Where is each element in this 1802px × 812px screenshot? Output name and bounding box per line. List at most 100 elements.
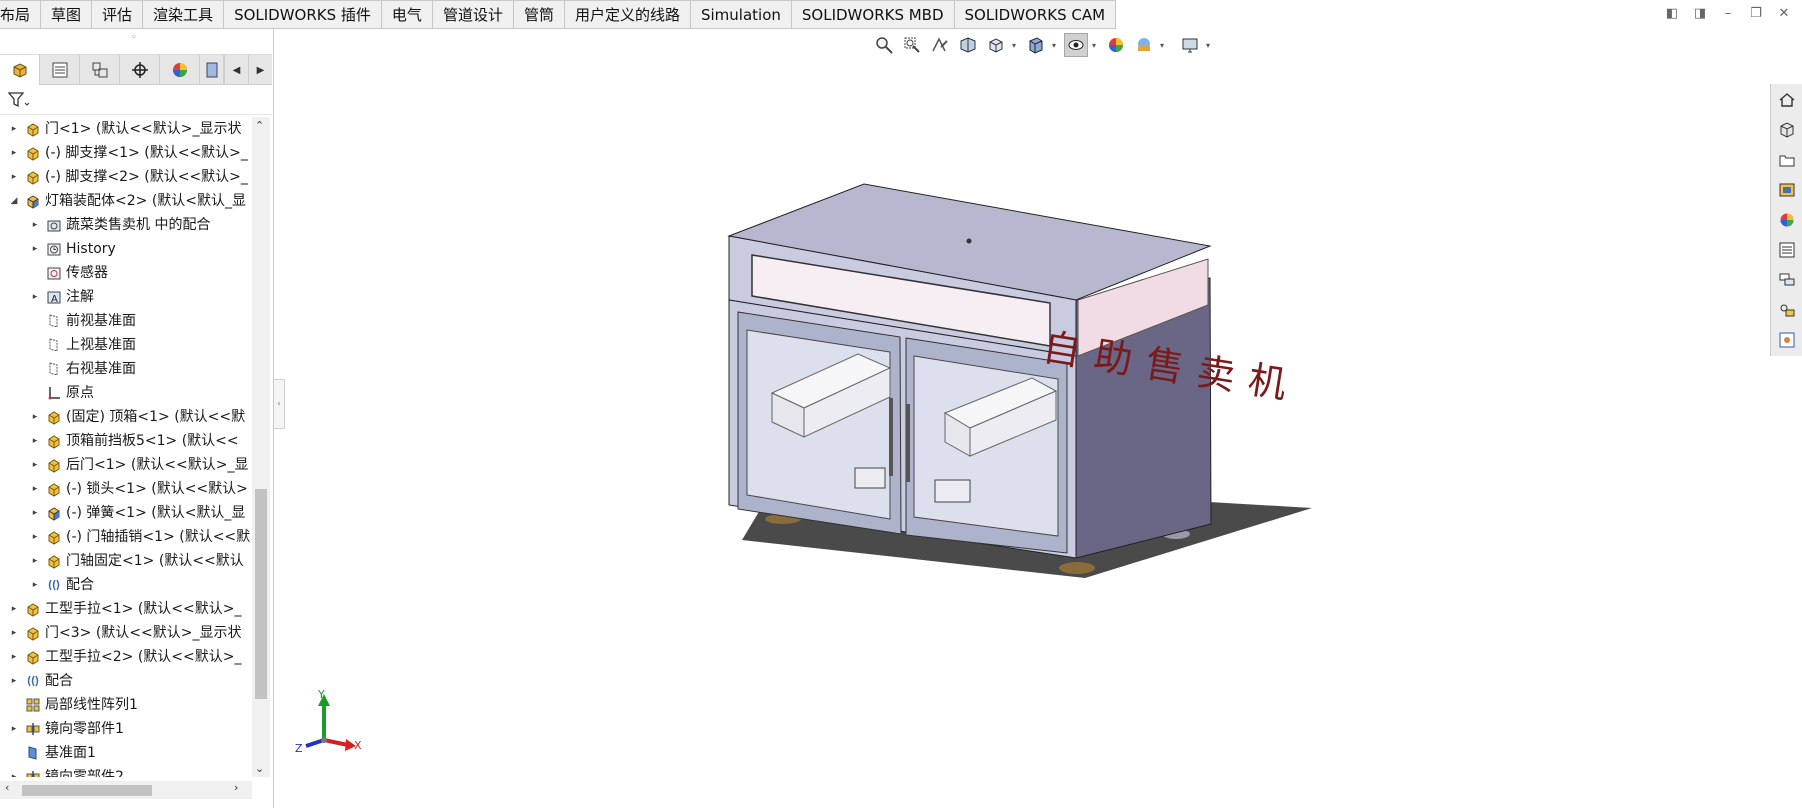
tree-item[interactable]: ▸ 门<1> (默认<<默认>_显示状: [0, 117, 252, 141]
view-settings-icon[interactable]: [1178, 33, 1202, 57]
hide-show-items-icon[interactable]: [1064, 33, 1088, 57]
tab-11[interactable]: SOLIDWORKS CAM: [954, 0, 1117, 29]
panel-splitter[interactable]: ◦: [0, 29, 272, 55]
vending-machine-model[interactable]: Y X Z: [286, 60, 1766, 808]
view-orientation-dropdown-icon[interactable]: ▾: [1012, 41, 1020, 50]
view-orientation-icon[interactable]: [984, 33, 1008, 57]
apply-scene-icon[interactable]: [1132, 33, 1156, 57]
tree-item[interactable]: ▸ 配合: [0, 669, 252, 693]
display-style-icon[interactable]: [1024, 33, 1048, 57]
close-icon[interactable]: ✕: [1774, 4, 1794, 24]
forum-icon[interactable]: [1775, 268, 1799, 292]
design-library-icon[interactable]: [1775, 118, 1799, 142]
hide-show-dropdown-icon[interactable]: ▾: [1092, 41, 1100, 50]
apply-scene-dropdown-icon[interactable]: ▾: [1160, 41, 1168, 50]
view-palette-icon[interactable]: [1775, 178, 1799, 202]
collapsed-chevron-icon[interactable]: ▸: [8, 669, 20, 693]
tab-2[interactable]: 评估: [92, 0, 144, 29]
graphics-area[interactable]: Y X Z 自助售卖机: [286, 60, 1766, 808]
appearances-icon[interactable]: [1775, 208, 1799, 232]
tree-item[interactable]: 右视基准面: [0, 357, 252, 381]
scroll-thumb[interactable]: [255, 489, 267, 699]
tree-horizontal-scrollbar[interactable]: ‹ ›: [0, 781, 252, 799]
solidworks-resources-icon[interactable]: [1775, 298, 1799, 322]
collapsed-chevron-icon[interactable]: ▸: [8, 765, 20, 777]
tree-item[interactable]: 局部线性阵列1: [0, 693, 252, 717]
collapsed-chevron-icon[interactable]: ▸: [8, 621, 20, 645]
collapsed-chevron-icon[interactable]: ▸: [8, 597, 20, 621]
tile-left-icon[interactable]: ◧: [1662, 4, 1682, 24]
custom-properties-icon[interactable]: [1775, 238, 1799, 262]
collapsed-chevron-icon[interactable]: ▸: [29, 237, 41, 261]
tree-item[interactable]: ▸ 工型手拉<2> (默认<<默认>_: [0, 645, 252, 669]
left-handle[interactable]: [889, 398, 893, 476]
tree-item[interactable]: ▸ (-) 脚支撑<2> (默认<<默认>_: [0, 165, 252, 189]
collapsed-chevron-icon[interactable]: ▸: [29, 573, 41, 597]
tab-cam-manager[interactable]: [200, 55, 224, 85]
collapsed-chevron-icon[interactable]: ▸: [29, 285, 41, 309]
tab-6[interactable]: 管道设计: [432, 0, 514, 29]
edit-appearance-icon[interactable]: [1104, 33, 1128, 57]
collapsed-chevron-icon[interactable]: ▸: [8, 165, 20, 189]
home-icon[interactable]: [1775, 88, 1799, 112]
tab-scroll-right-icon[interactable]: ▶: [248, 55, 272, 85]
collapsed-chevron-icon[interactable]: ▸: [29, 501, 41, 525]
collapsed-chevron-icon[interactable]: ▸: [8, 117, 20, 141]
tree-item[interactable]: 前视基准面: [0, 309, 252, 333]
view-settings-dropdown-icon[interactable]: ▾: [1206, 41, 1214, 50]
tree-item[interactable]: ▸ (-) 脚支撑<1> (默认<<默认>_: [0, 141, 252, 165]
tab-configuration-manager[interactable]: [80, 55, 120, 85]
right-handle[interactable]: [906, 404, 910, 482]
restore-icon[interactable]: ❐: [1746, 4, 1766, 24]
tree-item[interactable]: ▸ 顶箱前挡板5<1> (默认<<: [0, 429, 252, 453]
tab-4[interactable]: SOLIDWORKS 插件: [224, 0, 382, 29]
file-explorer-icon[interactable]: [1775, 148, 1799, 172]
tab-1[interactable]: 草图: [41, 0, 93, 29]
collapsed-chevron-icon[interactable]: ▸: [8, 141, 20, 165]
tree-item[interactable]: ▸ 后门<1> (默认<<默认>_显: [0, 453, 252, 477]
tree-item[interactable]: ▸ 门轴固定<1> (默认<<默认: [0, 549, 252, 573]
tree-item[interactable]: 基准面1: [0, 741, 252, 765]
tree-item[interactable]: ▸ A 注解: [0, 285, 252, 309]
minimize-icon[interactable]: –: [1718, 4, 1738, 24]
tab-3[interactable]: 渲染工具: [143, 0, 225, 29]
tab-8[interactable]: 用户定义的线路: [564, 0, 691, 29]
collapsed-chevron-icon[interactable]: ▸: [29, 453, 41, 477]
tab-9[interactable]: Simulation: [690, 0, 792, 29]
collapsed-chevron-icon[interactable]: ▸: [29, 213, 41, 237]
tree-item[interactable]: ▸ 镜向零部件1: [0, 717, 252, 741]
scroll-thumb-horizontal[interactable]: [22, 785, 152, 796]
zoom-to-fit-icon[interactable]: [872, 33, 896, 57]
tile-right-icon[interactable]: ◨: [1690, 4, 1710, 24]
collapsed-chevron-icon[interactable]: ▸: [29, 549, 41, 573]
tab-5[interactable]: 电气: [381, 0, 433, 29]
tab-scroll-left-icon[interactable]: ◀: [224, 55, 248, 85]
scroll-down-icon[interactable]: ⌄: [255, 762, 264, 775]
tree-filter-row[interactable]: [0, 85, 272, 115]
tree-item[interactable]: 上视基准面: [0, 333, 252, 357]
tree-item[interactable]: ▸ History: [0, 237, 252, 261]
tree-item[interactable]: ▸ 镜向零部件2: [0, 765, 252, 777]
tab-feature-manager[interactable]: [0, 55, 40, 85]
tree-item[interactable]: ▸ 配合: [0, 573, 252, 597]
tab-property-manager[interactable]: [40, 55, 80, 85]
collapsed-chevron-icon[interactable]: ▸: [8, 645, 20, 669]
tree-item[interactable]: 传感器: [0, 261, 252, 285]
expanded-chevron-icon[interactable]: ◢: [8, 189, 20, 213]
scroll-right-icon[interactable]: ›: [234, 781, 238, 794]
collapsed-chevron-icon[interactable]: ▸: [8, 717, 20, 741]
tab-7[interactable]: 管筒: [513, 0, 565, 29]
tree-item[interactable]: ◢ 灯箱装配体<2> (默认<默认_显: [0, 189, 252, 213]
display-style-dropdown-icon[interactable]: ▾: [1052, 41, 1060, 50]
3dexperience-icon[interactable]: [1775, 328, 1799, 352]
scroll-up-icon[interactable]: ⌃: [255, 119, 264, 132]
collapsed-chevron-icon[interactable]: ▸: [29, 405, 41, 429]
tree-item[interactable]: ▸ (固定) 顶箱<1> (默认<<默: [0, 405, 252, 429]
panel-collapse-handle[interactable]: ‹: [274, 379, 285, 429]
tab-display-manager[interactable]: [160, 55, 200, 85]
tab-dimxpert-manager[interactable]: [120, 55, 160, 85]
tree-item[interactable]: ▸ (-) 锁头<1> (默认<<默认>: [0, 477, 252, 501]
tab-10[interactable]: SOLIDWORKS MBD: [791, 0, 955, 29]
section-view-icon[interactable]: [956, 33, 980, 57]
tree-item[interactable]: ▸ 门<3> (默认<<默认>_显示状: [0, 621, 252, 645]
